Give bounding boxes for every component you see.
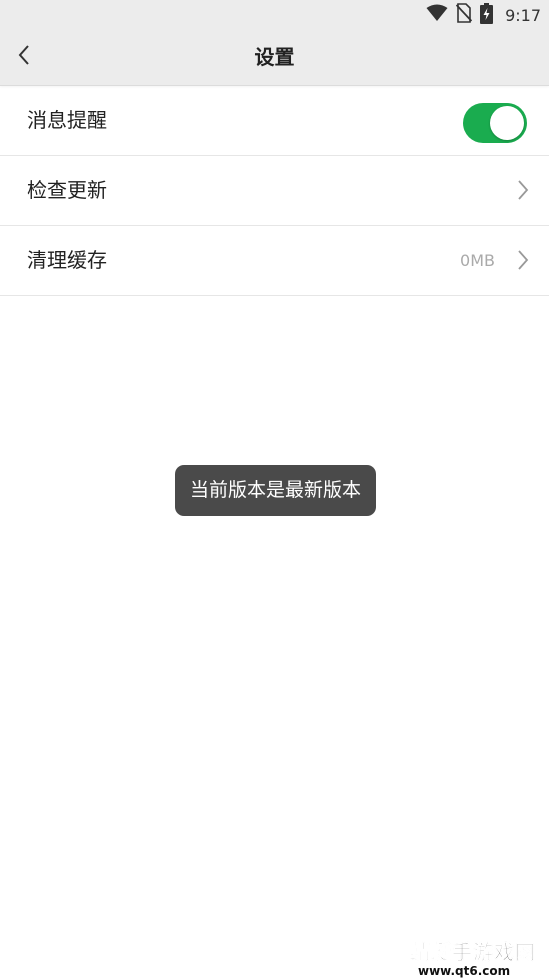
toggle-knob <box>490 106 524 140</box>
toast-message: 当前版本是最新版本 <box>175 465 376 516</box>
watermark-title: 蜻蜓手游戏网 <box>410 940 536 965</box>
status-time: 9:17 <box>505 5 541 25</box>
wifi-icon <box>426 4 448 26</box>
title-bar: 设置 <box>0 30 549 86</box>
chevron-right-icon <box>513 248 533 272</box>
status-icons: 9:17 <box>426 2 541 28</box>
message-reminder-toggle[interactable] <box>463 103 527 143</box>
chevron-right-icon <box>513 178 533 202</box>
settings-row-message-reminder: 消息提醒 <box>0 86 549 156</box>
settings-list: 消息提醒 检查更新 清理缓存 0MB <box>0 86 549 296</box>
watermark-url: www.qt6.com <box>418 964 511 978</box>
settings-row-clear-cache[interactable]: 清理缓存 0MB <box>0 226 549 296</box>
cache-size-value: 0MB <box>460 251 495 270</box>
battery-charging-icon <box>480 2 494 28</box>
clear-cache-label: 清理缓存 <box>27 248 107 272</box>
check-update-label: 检查更新 <box>27 178 107 202</box>
chevron-left-icon <box>17 44 31 70</box>
no-sim-icon <box>455 3 473 27</box>
watermark-logo: 蜻蜓手游戏网 www.qt6.com <box>400 934 549 980</box>
message-reminder-label: 消息提醒 <box>27 108 107 132</box>
back-button[interactable] <box>6 38 42 76</box>
status-bar: 9:17 <box>0 0 549 30</box>
page-title: 设置 <box>254 45 295 69</box>
settings-row-check-update[interactable]: 检查更新 <box>0 156 549 226</box>
